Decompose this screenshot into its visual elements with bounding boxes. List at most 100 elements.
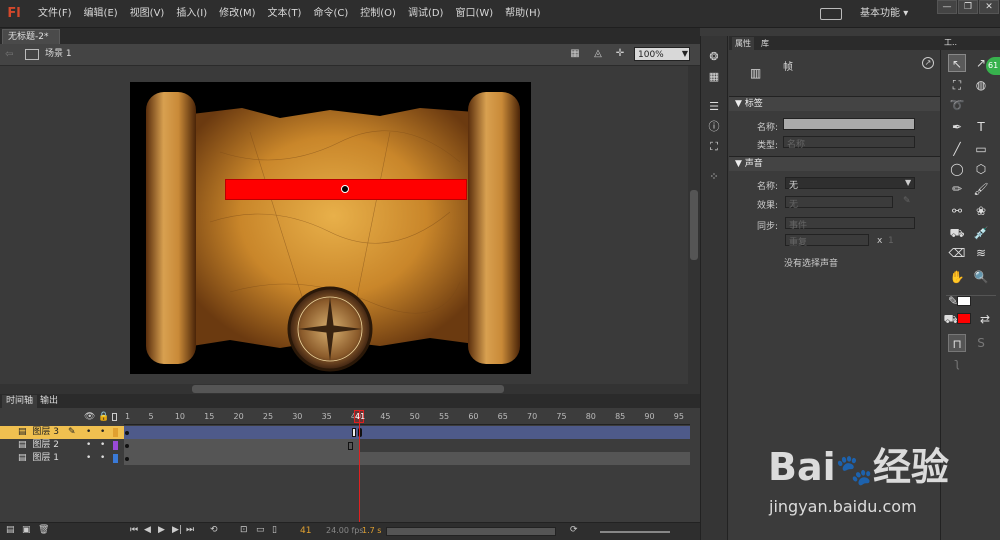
current-frame-readout[interactable]: 41 xyxy=(300,526,311,536)
notification-badge[interactable]: 61 xyxy=(986,57,1000,75)
layer-row[interactable]: ▤ 图层 1 • • xyxy=(0,452,124,465)
layer-color-swatch[interactable] xyxy=(113,428,118,437)
3d-rotation-tool-icon[interactable]: ◍ xyxy=(972,76,990,94)
layer-frames[interactable] xyxy=(124,439,360,452)
repeat-times-input[interactable]: 1 xyxy=(888,236,894,246)
tab-library[interactable]: 库 xyxy=(758,37,772,50)
sync-select[interactable]: 事件 xyxy=(785,217,915,231)
swap-colors-icon[interactable]: ⇄ xyxy=(976,310,994,328)
hand-tool-icon[interactable]: ✋ xyxy=(948,268,966,286)
vertical-scroll-thumb[interactable] xyxy=(690,190,698,260)
oval-tool-icon[interactable]: ◯ xyxy=(948,160,966,178)
frame-size-slider[interactable] xyxy=(600,531,670,533)
new-folder-icon[interactable]: ▣ xyxy=(22,525,31,535)
eye-icon[interactable]: 👁 xyxy=(84,412,95,422)
tab-properties[interactable]: 属性 xyxy=(732,37,754,50)
horizontal-scroll-thumb[interactable] xyxy=(192,385,504,393)
frame-label-input[interactable] xyxy=(783,118,915,130)
stage[interactable] xyxy=(130,82,531,374)
smooth-icon[interactable]: S xyxy=(972,334,990,352)
playhead-line[interactable] xyxy=(359,410,360,522)
menu-edit[interactable]: 编辑(E) xyxy=(78,0,124,28)
delete-icon[interactable]: 🗑 xyxy=(38,525,49,535)
visibility-dot[interactable]: • xyxy=(86,426,91,439)
straighten-icon[interactable]: ʅ xyxy=(948,354,966,372)
go-first-icon[interactable]: ⏮ xyxy=(130,525,138,535)
layer-color-swatch[interactable] xyxy=(113,441,118,450)
line-tool-icon[interactable]: ╱ xyxy=(948,140,966,158)
width-tool-icon[interactable]: ≋ xyxy=(972,244,990,262)
edit-symbol-icon[interactable]: ◬ xyxy=(590,47,606,61)
center-frame-icon[interactable]: ⊡ xyxy=(240,525,248,535)
back-arrow-icon[interactable]: ⇦ xyxy=(5,49,17,61)
center-stage-icon[interactable]: ✛ xyxy=(612,47,628,61)
help-icon[interactable]: ↗ xyxy=(922,57,934,69)
menu-view[interactable]: 视图(V) xyxy=(124,0,171,28)
tab-output[interactable]: 输出 xyxy=(36,395,62,408)
layer-frames[interactable] xyxy=(124,426,690,439)
lock-dot[interactable]: • xyxy=(100,452,105,465)
fill-color-swatch[interactable] xyxy=(957,313,971,324)
zoom-tool-icon[interactable]: 🔍 xyxy=(972,268,990,286)
edit-pencil-icon[interactable]: ✎ xyxy=(903,196,911,206)
sound-name-select[interactable]: 无 xyxy=(785,177,915,191)
layer-color-swatch[interactable] xyxy=(113,454,118,463)
tab-timeline[interactable]: 时间轴 xyxy=(2,395,38,408)
visibility-dot[interactable]: • xyxy=(86,452,91,465)
label-type-select[interactable]: 名称 xyxy=(783,136,915,150)
menu-commands[interactable]: 命令(C) xyxy=(307,0,354,28)
keyframe-dot[interactable] xyxy=(125,431,129,435)
bone-tool-icon[interactable]: ⚯ xyxy=(948,202,966,220)
fps-readout[interactable]: 24.00 fps xyxy=(326,526,364,535)
keyframe-end[interactable] xyxy=(348,442,353,450)
menu-modify[interactable]: 修改(M) xyxy=(213,0,261,28)
repeat-select[interactable]: 重复 xyxy=(785,234,869,248)
close-button[interactable]: ✕ xyxy=(979,0,999,14)
label-section-header[interactable]: ▼ 标签 xyxy=(729,96,940,111)
eraser-tool-icon[interactable]: ⌫ xyxy=(948,244,966,262)
pencil-tool-icon[interactable]: ✏ xyxy=(948,180,966,198)
timeline-hscroll[interactable] xyxy=(386,527,556,536)
minimize-button[interactable]: — xyxy=(937,0,957,14)
lock-dot[interactable]: • xyxy=(100,426,105,439)
menu-insert[interactable]: 插入(I) xyxy=(170,0,213,28)
layer-frames[interactable] xyxy=(124,452,690,465)
menu-control[interactable]: 控制(O) xyxy=(354,0,402,28)
text-tool-icon[interactable]: T xyxy=(972,118,990,136)
workspace-dropdown[interactable]: 基本功能 ▾ xyxy=(860,0,908,28)
swatches-icon[interactable]: ▦ xyxy=(706,70,722,84)
selection-tool-icon[interactable]: ↖ xyxy=(948,54,966,72)
outline-icon[interactable] xyxy=(112,413,117,421)
chevron-down-icon[interactable]: ▼ xyxy=(680,47,690,61)
sound-section-header[interactable]: ▼ 声音 xyxy=(729,156,940,171)
scene-name[interactable]: 场景 1 xyxy=(45,47,72,61)
document-tab[interactable]: 无标题-2* × xyxy=(2,29,60,57)
stroke-color-swatch[interactable] xyxy=(957,296,971,306)
layer-row[interactable]: ▤ 图层 2 • • xyxy=(0,439,124,452)
workspace-switcher-icon[interactable] xyxy=(820,8,842,20)
lock-icon[interactable]: 🔒 xyxy=(98,412,109,422)
pen-tool-icon[interactable]: ✒ xyxy=(948,118,966,136)
keyframe-end[interactable] xyxy=(352,428,356,437)
eyedropper-tool-icon[interactable]: 💉 xyxy=(972,224,990,242)
step-back-icon[interactable]: ◀ xyxy=(144,525,151,535)
rectangle-tool-icon[interactable]: ▭ xyxy=(972,140,990,158)
play-icon[interactable]: ▶ xyxy=(158,525,165,535)
transform-icon[interactable]: ⛶ xyxy=(706,140,722,154)
info-icon[interactable]: ⓘ xyxy=(706,120,722,134)
layer-name[interactable]: 图层 3 xyxy=(32,427,59,437)
motion-presets-icon[interactable]: ⁘ xyxy=(706,170,722,184)
polystar-tool-icon[interactable]: ⬡ xyxy=(972,160,990,178)
layer-row[interactable]: ▤ 图层 3 ✎ • • xyxy=(0,426,124,439)
keyframe-dot[interactable] xyxy=(125,457,129,461)
free-transform-tool-icon[interactable]: ⛶ xyxy=(948,76,966,94)
playhead[interactable]: 41 xyxy=(354,410,365,423)
loop-icon[interactable]: ⟲ xyxy=(210,525,218,535)
deco-tool-icon[interactable]: ❀ xyxy=(972,202,990,220)
layer-name[interactable]: 图层 1 xyxy=(32,453,59,463)
lasso-tool-icon[interactable]: ➰ xyxy=(948,96,966,114)
layer-name[interactable]: 图层 2 xyxy=(32,440,59,450)
menu-text[interactable]: 文本(T) xyxy=(262,0,308,28)
menu-help[interactable]: 帮助(H) xyxy=(499,0,546,28)
step-forward-icon[interactable]: ▶| xyxy=(172,525,182,535)
